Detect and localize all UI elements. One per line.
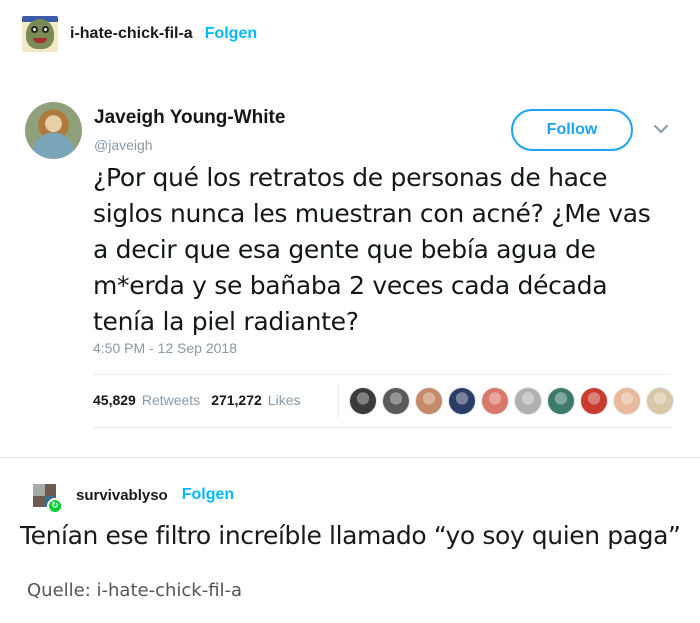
divider	[93, 427, 671, 428]
tweet-author-name[interactable]: Javeigh Young-White	[94, 107, 285, 129]
stats-divider	[338, 384, 339, 418]
likes-label[interactable]: Likes	[268, 392, 301, 408]
tweet-stats: 45,829 Retweets 271,272 Likes	[93, 392, 300, 408]
tweet-follow-button[interactable]: Follow	[511, 109, 633, 151]
reblog-avatar[interactable]: ↻	[33, 483, 63, 514]
reblog-header: ↻ survivablyso Folgen	[33, 480, 234, 514]
post-separator	[0, 457, 700, 458]
liker-avatar[interactable]	[481, 387, 509, 415]
liker-avatar[interactable]	[613, 387, 641, 415]
tweet-author-avatar[interactable]	[25, 102, 82, 159]
blog-name[interactable]: i-hate-chick-fil-a	[70, 25, 193, 43]
reblog-icon: ↻	[47, 497, 63, 514]
reblog-follow-link[interactable]: Folgen	[182, 486, 234, 504]
tweet-timestamp[interactable]: 4:50 PM - 12 Sep 2018	[93, 340, 237, 356]
liker-avatar[interactable]	[547, 387, 575, 415]
divider	[93, 374, 671, 375]
reblog-blog-name[interactable]: survivablyso	[76, 487, 168, 504]
liker-avatars	[349, 387, 679, 415]
retweets-label[interactable]: Retweets	[142, 392, 200, 408]
liker-avatar[interactable]	[580, 387, 608, 415]
retweets-count[interactable]: 45,829	[93, 392, 136, 408]
chevron-down-icon[interactable]	[652, 120, 670, 138]
liker-avatar[interactable]	[349, 387, 377, 415]
follow-link[interactable]: Folgen	[205, 25, 257, 43]
liker-avatar[interactable]	[448, 387, 476, 415]
liker-avatar[interactable]	[415, 387, 443, 415]
liker-avatar[interactable]	[514, 387, 542, 415]
liker-avatar[interactable]	[382, 387, 410, 415]
liker-avatar[interactable]	[646, 387, 674, 415]
tweet-text: ¿Por qué los retratos de personas de hac…	[93, 163, 651, 336]
tweet-author-handle[interactable]: @javeigh	[94, 137, 153, 153]
post-header: i-hate-chick-fil-a Folgen	[22, 16, 257, 52]
reblog-text: Tenían ese filtro increíble llamado “yo …	[20, 521, 681, 550]
blog-avatar[interactable]	[22, 16, 58, 52]
likes-count[interactable]: 271,272	[211, 392, 262, 408]
source-link[interactable]: Quelle: i-hate-chick-fil-a	[27, 580, 242, 601]
